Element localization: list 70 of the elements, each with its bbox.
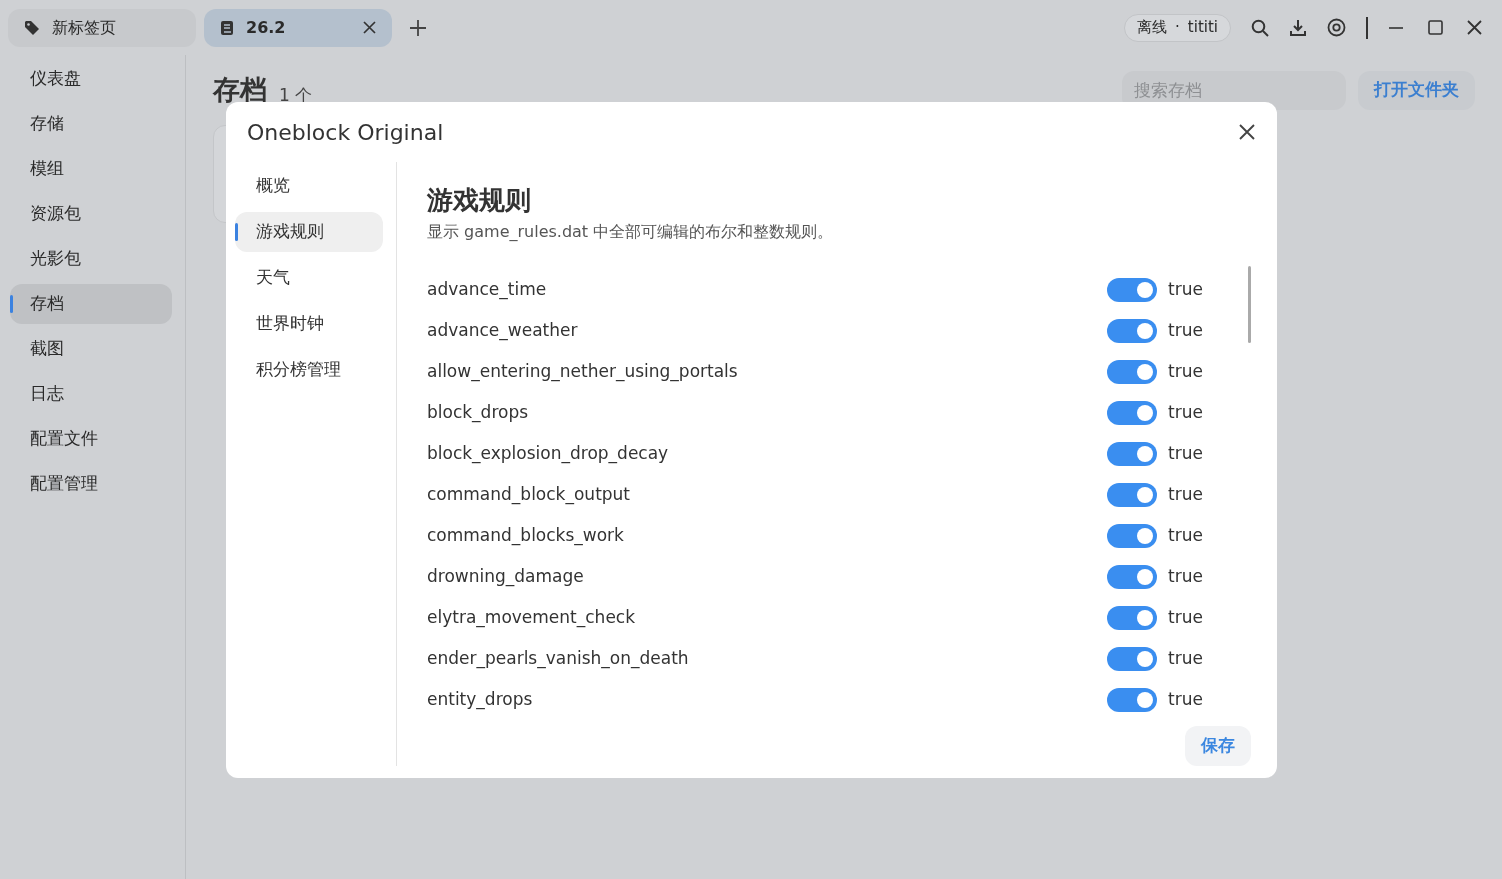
- plus-icon[interactable]: [409, 18, 427, 37]
- nav-item[interactable]: 游戏规则: [235, 212, 383, 252]
- browser-tab[interactable]: 26.2: [204, 8, 392, 47]
- rule-name: block_explosion_drop_decay: [427, 441, 670, 466]
- rule-value: true: [1168, 359, 1204, 383]
- nav-item[interactable]: 世界时钟: [235, 304, 383, 344]
- rule-name: command_blocks_work: [427, 523, 625, 548]
- download-icon[interactable]: [1289, 18, 1307, 37]
- search-icon[interactable]: [1251, 18, 1269, 37]
- account-pill[interactable]: 离线 · tititi: [1124, 13, 1231, 42]
- sidebar-item[interactable]: 存储: [10, 104, 172, 144]
- rule-name: allow_entering_nether_using_portals: [427, 359, 739, 384]
- toggle-switch[interactable]: [1107, 359, 1157, 384]
- rule-value: true: [1168, 646, 1204, 670]
- scrollbar[interactable]: [1248, 266, 1251, 343]
- rule-value: true: [1168, 482, 1204, 506]
- rule-name: command_block_output: [427, 482, 632, 507]
- toggle-switch[interactable]: [1107, 482, 1157, 507]
- sidebar-item[interactable]: 仪表盘: [10, 59, 172, 99]
- toggle-switch[interactable]: [1107, 441, 1157, 466]
- sidebar-item[interactable]: 配置文件: [10, 419, 172, 459]
- sidebar-item[interactable]: 截图: [10, 329, 172, 369]
- rule-name: drowning_damage: [427, 564, 585, 589]
- rule-value: true: [1168, 687, 1204, 711]
- toggle-switch[interactable]: [1107, 646, 1157, 671]
- toggle-switch[interactable]: [1107, 318, 1157, 343]
- rule-name: block_drops: [427, 400, 530, 425]
- item-count: 1 个: [279, 83, 313, 107]
- toggle-switch[interactable]: [1107, 400, 1157, 425]
- toggle-switch[interactable]: [1107, 605, 1157, 630]
- toggle-switch[interactable]: [1107, 523, 1157, 548]
- nav-item[interactable]: 天气: [235, 258, 383, 298]
- rule-value: true: [1168, 605, 1204, 629]
- rule-value: true: [1168, 564, 1204, 588]
- rule-value: true: [1168, 523, 1204, 547]
- rule-name: entity_drops: [427, 687, 534, 712]
- sidebar-item[interactable]: 光影包: [10, 239, 172, 279]
- section-heading: 游戏规则: [427, 184, 532, 217]
- nav-item[interactable]: 积分榜管理: [235, 350, 383, 390]
- rule-name: advance_time: [427, 277, 548, 302]
- rule-value: true: [1168, 400, 1204, 424]
- browser-tab[interactable]: 新标签页: [8, 8, 196, 47]
- sidebar-item[interactable]: 日志: [10, 374, 172, 414]
- rule-name: elytra_movement_check: [427, 605, 637, 630]
- rule-name: ender_pearls_vanish_on_death: [427, 646, 690, 671]
- close-icon[interactable]: [1239, 124, 1255, 140]
- book-icon: [220, 19, 234, 36]
- page-title: 存档: [213, 72, 267, 107]
- user-name: tititi: [1187, 17, 1218, 39]
- status-text: 离线: [1137, 17, 1168, 39]
- target-icon[interactable]: [1327, 18, 1346, 37]
- sidebar-item[interactable]: 资源包: [10, 194, 172, 234]
- rule-value: true: [1168, 441, 1204, 465]
- close-tab-icon[interactable]: [363, 21, 376, 34]
- sidebar-item[interactable]: 模组: [10, 149, 172, 189]
- tag-icon: [24, 19, 40, 36]
- dialog-title: Oneblock Original: [247, 118, 445, 147]
- rule-value: true: [1168, 277, 1204, 301]
- sidebar-item[interactable]: 存档: [10, 284, 172, 324]
- sidebar-item[interactable]: 配置管理: [10, 464, 172, 504]
- rule-name: advance_weather: [427, 318, 579, 343]
- nav-item[interactable]: 概览: [235, 166, 383, 206]
- toggle-switch[interactable]: [1107, 564, 1157, 589]
- rule-value: true: [1168, 318, 1204, 342]
- close-icon[interactable]: [1467, 20, 1482, 35]
- toggle-switch[interactable]: [1107, 277, 1157, 302]
- toggle-switch[interactable]: [1107, 687, 1157, 712]
- maximize-icon[interactable]: [1428, 20, 1443, 35]
- separator-dot: ·: [1175, 17, 1180, 39]
- section-description: 显示 game_rules.dat 中全部可编辑的布尔和整数规则。: [427, 221, 835, 243]
